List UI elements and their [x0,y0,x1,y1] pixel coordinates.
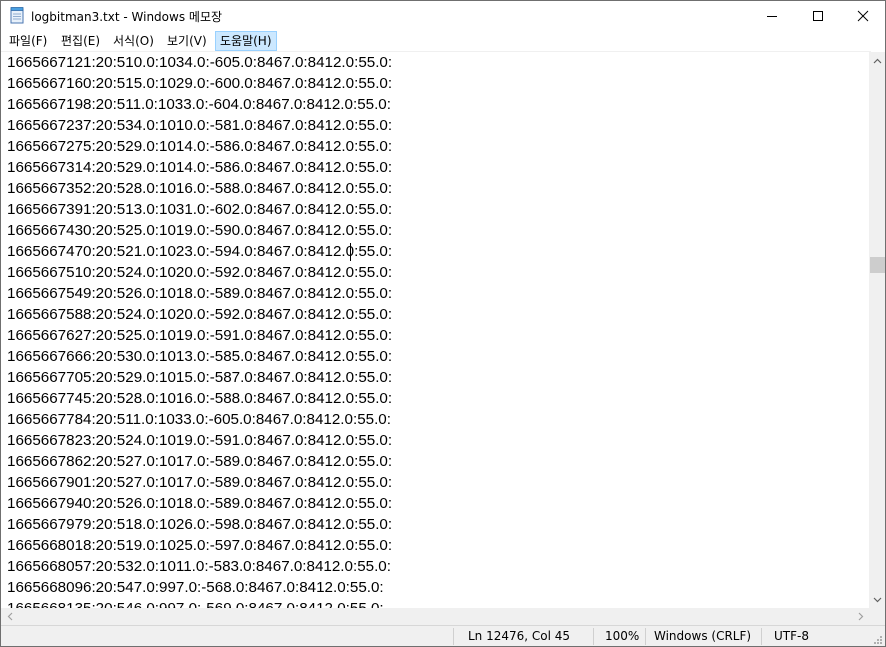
text-line[interactable]: 1665667160:20:515.0:1029.0:-600.0:8467.0… [7,73,392,94]
resize-grip-icon[interactable] [871,633,883,645]
text-line[interactable]: 1665668018:20:519.0:1025.0:-597.0:8467.0… [7,535,392,556]
chevron-right-icon [858,612,863,621]
text-line[interactable]: 1665667901:20:527.0:1017.0:-589.0:8467.0… [7,472,392,493]
scroll-down-button[interactable] [869,591,885,608]
window-title: logbitman3.txt - Windows 메모장 [31,10,223,24]
notepad-window: logbitman3.txt - Windows 메모장 파일(F) 편집(E)… [0,0,886,647]
text-editor[interactable]: 1665667121:20:510.0:1034.0:-605.0:8467.0… [1,52,869,608]
status-encoding: UTF-8 [774,629,809,643]
close-icon [857,10,869,22]
status-zoom: 100% [605,629,640,643]
status-divider [593,628,594,645]
minimize-button[interactable] [749,1,795,31]
text-line[interactable]: 1665668135:20:546.0:997.0:-569.0:8467.0:… [7,598,384,608]
status-divider [453,628,454,645]
text-line[interactable]: 1665667627:20:525.0:1019.0:-591.0:8467.0… [7,325,392,346]
chevron-left-icon [7,612,12,621]
status-bar: Ln 12476, Col 45 100% Windows (CRLF) UTF… [1,625,885,646]
title-bar[interactable]: logbitman3.txt - Windows 메모장 [1,1,885,31]
text-line[interactable]: 1665667823:20:524.0:1019.0:-591.0:8467.0… [7,430,392,451]
menu-view[interactable]: 보기(V) [163,31,211,51]
text-line[interactable]: 1665667314:20:529.0:1014.0:-586.0:8467.0… [7,157,392,178]
text-line[interactable]: 1665667549:20:526.0:1018.0:-589.0:8467.0… [7,283,392,304]
text-line[interactable]: 1665667470:20:521.0:1023.0:-594.0:8467.0… [7,241,392,262]
chevron-up-icon [873,58,882,63]
menu-bar: 파일(F) 편집(E) 서식(O) 보기(V) 도움말(H) [1,31,885,51]
menu-format[interactable]: 서식(O) [109,31,158,51]
scroll-up-button[interactable] [869,52,885,69]
status-divider [761,628,762,645]
scroll-right-button[interactable] [852,608,869,625]
chevron-down-icon [873,597,882,602]
vertical-scroll-thumb[interactable] [870,257,885,273]
menu-help[interactable]: 도움말(H) [215,31,277,51]
text-line[interactable]: 1665667588:20:524.0:1020.0:-592.0:8467.0… [7,304,392,325]
minimize-icon [767,16,777,17]
text-line[interactable]: 1665667705:20:529.0:1015.0:-587.0:8467.0… [7,367,392,388]
text-line[interactable]: 1665667121:20:510.0:1034.0:-605.0:8467.0… [7,52,392,73]
maximize-icon [813,11,823,21]
scroll-left-button[interactable] [1,608,18,625]
text-line[interactable]: 1665667979:20:518.0:1026.0:-598.0:8467.0… [7,514,392,535]
menu-edit[interactable]: 편집(E) [57,31,104,51]
close-button[interactable] [840,1,885,31]
text-line[interactable]: 1665667275:20:529.0:1014.0:-586.0:8467.0… [7,136,392,157]
text-line[interactable]: 1665667666:20:530.0:1013.0:-585.0:8467.0… [7,346,392,367]
text-line[interactable]: 1665668096:20:547.0:997.0:-568.0:8467.0:… [7,577,384,598]
text-line[interactable]: 1665667352:20:528.0:1016.0:-588.0:8467.0… [7,178,392,199]
text-line[interactable]: 1665667510:20:524.0:1020.0:-592.0:8467.0… [7,262,392,283]
text-line[interactable]: 1665667940:20:526.0:1018.0:-589.0:8467.0… [7,493,392,514]
text-line[interactable]: 1665667745:20:528.0:1016.0:-588.0:8467.0… [7,388,392,409]
maximize-button[interactable] [795,1,841,31]
notepad-icon [10,7,24,24]
vertical-scrollbar[interactable] [869,52,885,608]
scrollbar-corner [869,608,885,625]
text-line[interactable]: 1665668057:20:532.0:1011.0:-583.0:8467.0… [7,556,391,577]
status-divider [645,628,646,645]
text-line[interactable]: 1665667784:20:511.0:1033.0:-605.0:8467.0… [7,409,391,430]
status-cursor-position: Ln 12476, Col 45 [468,629,571,643]
status-line-ending: Windows (CRLF) [654,629,752,643]
text-line[interactable]: 1665667198:20:511.0:1033.0:-604.0:8467.0… [7,94,391,115]
horizontal-scrollbar[interactable] [1,608,869,625]
text-line[interactable]: 1665667862:20:527.0:1017.0:-589.0:8467.0… [7,451,392,472]
text-line[interactable]: 1665667237:20:534.0:1010.0:-581.0:8467.0… [7,115,392,136]
menu-file[interactable]: 파일(F) [5,31,51,51]
text-line[interactable]: 1665667391:20:513.0:1031.0:-602.0:8467.0… [7,199,392,220]
text-line[interactable]: 1665667430:20:525.0:1019.0:-590.0:8467.0… [7,220,392,241]
